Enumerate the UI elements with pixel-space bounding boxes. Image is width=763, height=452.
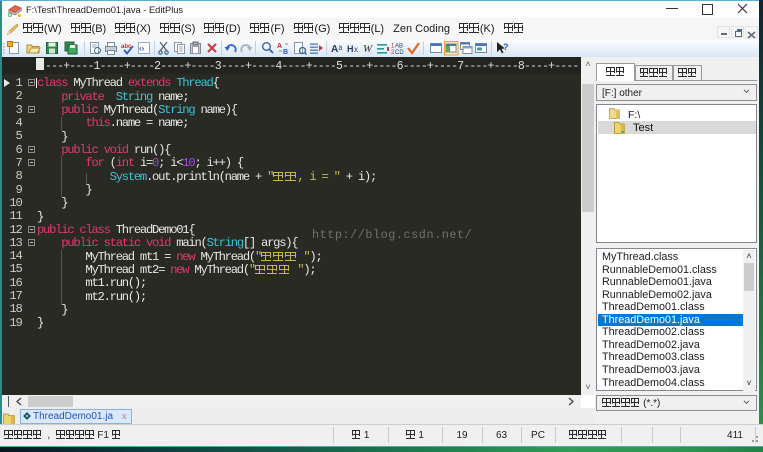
svg-text:A: A (331, 44, 338, 55)
svg-text:H: H (347, 44, 354, 54)
svg-text:CD: CD (395, 50, 404, 56)
svg-text:B: B (283, 49, 288, 56)
svg-text:?: ? (503, 42, 509, 52)
svg-text:W: W (363, 43, 373, 55)
svg-text:AB: AB (395, 44, 403, 50)
svg-text:x: x (354, 45, 358, 54)
svg-text:ä: ä (339, 45, 343, 52)
svg-text:‹›: ‹› (139, 44, 145, 53)
svg-text:A: A (277, 43, 282, 50)
